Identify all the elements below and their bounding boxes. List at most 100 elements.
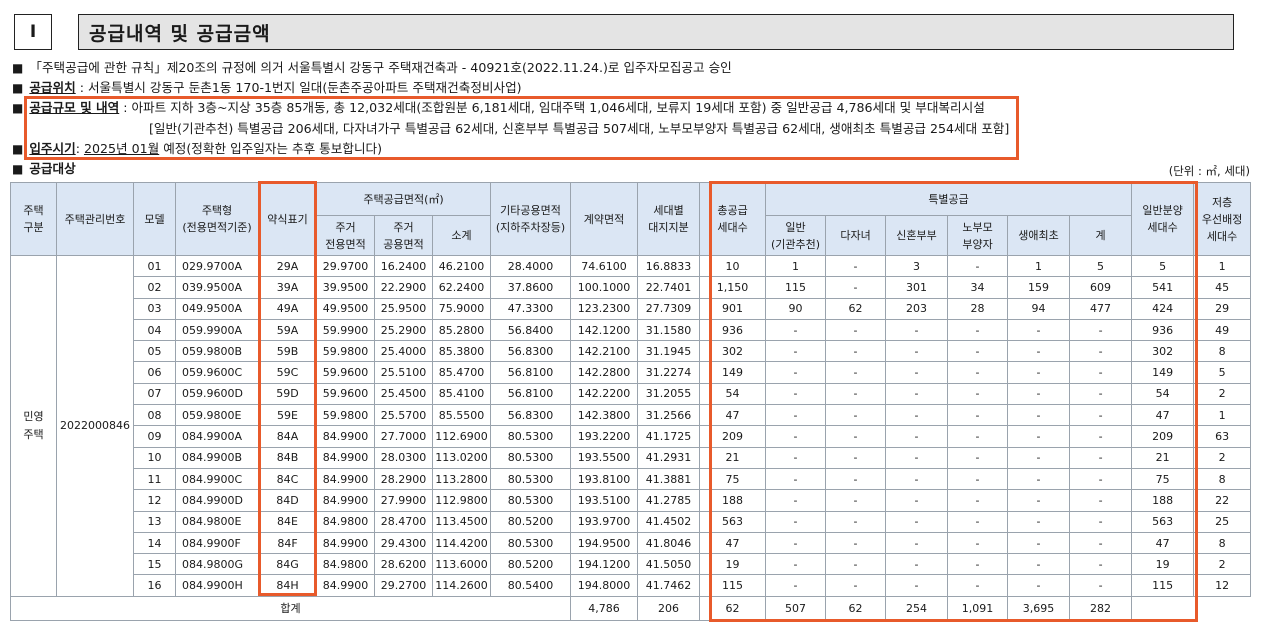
- col-special: 특별공급: [765, 182, 1133, 216]
- sp-elderly-cell: -: [947, 425, 1009, 448]
- exclusive-area-cell: 84.9900: [316, 446, 375, 469]
- contract-area-cell: 193.5500: [570, 446, 639, 469]
- contract-area-cell: 74.6100: [570, 254, 639, 278]
- subtotal-area-cell: 85.4100: [431, 382, 492, 406]
- subtotal-area-cell: 46.2100: [431, 254, 492, 278]
- table-row: 02 039.9500A 39A 39.9500 22.2900 62.2400 37.86…: [11, 276, 1252, 299]
- sp-sum-cell: 609: [1069, 276, 1133, 299]
- sp-newlywed-cell: -: [885, 361, 949, 384]
- house-type-cell: 039.9500A: [175, 276, 259, 299]
- other-common-area-cell: 28.4000: [490, 254, 572, 278]
- other-common-area-cell: 80.5300: [490, 425, 572, 448]
- other-common-area-cell: 56.8400: [490, 318, 572, 342]
- subtotal-area-cell: 62.2400: [431, 276, 492, 299]
- other-common-area-cell: 47.3300: [490, 297, 572, 320]
- common-area-cell: 29.2700: [374, 574, 433, 597]
- exclusive-area-cell: 29.9700: [316, 254, 375, 278]
- col-supply-area: 주택공급면적(㎡): [315, 182, 492, 216]
- house-type-cell: 029.9700A: [175, 254, 259, 278]
- contract-area-cell: 193.9700: [570, 510, 639, 533]
- sp-general-cell: -: [765, 404, 827, 427]
- col-other-common: 기타공용면적 (지하주차장등): [490, 182, 572, 256]
- subtotal-area-cell: 113.2800: [431, 467, 492, 491]
- short-label-cell: 84B: [258, 446, 317, 469]
- total-supply-cell: 302: [699, 340, 767, 363]
- land-share-cell: 31.1945: [637, 340, 701, 363]
- sp-multichild-cell: -: [825, 489, 887, 512]
- other-common-area-cell: 80.5300: [490, 489, 572, 512]
- common-area-cell: 16.2400: [374, 254, 433, 278]
- subtotal-area-cell: 113.0200: [431, 446, 492, 469]
- house-type-cell: 049.9500A: [175, 297, 259, 320]
- short-label-cell: 84G: [258, 553, 317, 576]
- mgmt-no-cell: 2022000846: [56, 255, 134, 597]
- sp-firsttime-cell: -: [1007, 425, 1071, 448]
- sp-general-cell: 90: [765, 297, 827, 320]
- sp-multichild-cell: -: [825, 510, 887, 533]
- low-floor-cell: 8: [1193, 467, 1252, 491]
- low-floor-cell: 63: [1193, 425, 1252, 448]
- common-area-cell: 28.6200: [374, 553, 433, 576]
- col-general: 일반분양 세대수: [1131, 182, 1195, 256]
- section-title: 공급내역 및 공급금액: [78, 14, 1234, 50]
- bullet-icon: ■: [12, 142, 24, 156]
- sp-sum-cell: 5: [1069, 254, 1133, 278]
- sp-newlywed-cell: -: [885, 425, 949, 448]
- sp-general-cell: -: [765, 425, 827, 448]
- exclusive-area-cell: 59.9800: [316, 340, 375, 363]
- low-floor-cell: 1: [1193, 404, 1252, 427]
- col-sp-general: 일반 (기관추천): [765, 215, 827, 256]
- total-label: 합계: [9, 595, 572, 621]
- movein-line: ■ 입주시기: 2025년 01월 예정(정확한 입주일자는 추후 통보합니다): [12, 140, 382, 158]
- model-cell: 06: [133, 361, 176, 384]
- sp-sum-cell: 477: [1069, 297, 1133, 320]
- location-text: : 서울특별시 강동구 둔촌1동 170-1번지 일대(둔촌주공아파트 주택재건…: [75, 80, 522, 95]
- col-short-label: 약식표기: [258, 182, 317, 256]
- total-supply-cell: 563: [699, 510, 767, 533]
- col-low-floor: 저층 우선배정 세대수: [1193, 182, 1252, 256]
- model-cell: 05: [133, 340, 176, 363]
- short-label-cell: 84H: [258, 574, 317, 597]
- common-area-cell: 27.7000: [374, 425, 433, 448]
- land-share-cell: 22.7401: [637, 276, 701, 299]
- sp-general-cell: -: [765, 553, 827, 576]
- sp-sum-cell: -: [1069, 425, 1133, 448]
- col-land-share: 세대별 대지지분: [637, 182, 701, 256]
- sp-firsttime-cell: 159: [1007, 276, 1071, 299]
- common-area-cell: 22.2900: [374, 276, 433, 299]
- common-area-cell: 27.9900: [374, 489, 433, 512]
- col-housing-type: 주택 구분: [10, 182, 57, 256]
- sp-elderly-cell: -: [947, 489, 1009, 512]
- model-cell: 01: [133, 254, 176, 278]
- subtotal-area-cell: 112.6900: [431, 425, 492, 448]
- sp-general-cell: -: [765, 318, 827, 342]
- total-supply-cell: 75: [699, 467, 767, 491]
- total-supply: 4,786: [570, 595, 639, 621]
- movein-text: 예정(정확한 입주일자는 추후 통보합니다): [159, 141, 383, 156]
- table-row: 16 084.9900H 84H 84.9900 29.2700 114.2600 80.5…: [11, 574, 1252, 597]
- low-floor-cell: 45: [1193, 276, 1252, 299]
- land-share-cell: 31.2055: [637, 382, 701, 406]
- subtotal-area-cell: 85.5500: [431, 404, 492, 427]
- sp-multichild-cell: -: [825, 531, 887, 555]
- sp-newlywed-cell: 301: [885, 276, 949, 299]
- contract-area-cell: 142.2800: [570, 361, 639, 384]
- house-type-cell: 059.9600C: [175, 361, 259, 384]
- sp-newlywed-cell: -: [885, 382, 949, 406]
- housing-type-cell: 민영 주택: [10, 255, 57, 597]
- table-row: 08 059.9800E 59E 59.9800 25.5700 85.5500 56.83…: [11, 404, 1252, 427]
- contract-area-cell: 193.2200: [570, 425, 639, 448]
- sp-multichild-cell: -: [825, 254, 887, 278]
- sp-firsttime-cell: -: [1007, 382, 1071, 406]
- land-share-cell: 31.2274: [637, 361, 701, 384]
- general-supply-cell: 149: [1131, 361, 1195, 384]
- common-area-cell: 25.5700: [374, 404, 433, 427]
- sp-sum-cell: -: [1069, 510, 1133, 533]
- low-floor-cell: 2: [1193, 382, 1252, 406]
- sp-newlywed-cell: 203: [885, 297, 949, 320]
- house-type-cell: 059.9900A: [175, 318, 259, 342]
- contract-area-cell: 193.8100: [570, 467, 639, 491]
- subtotal-area-cell: 85.4700: [431, 361, 492, 384]
- col-sp-sum: 계: [1069, 215, 1133, 256]
- model-cell: 16: [133, 574, 176, 597]
